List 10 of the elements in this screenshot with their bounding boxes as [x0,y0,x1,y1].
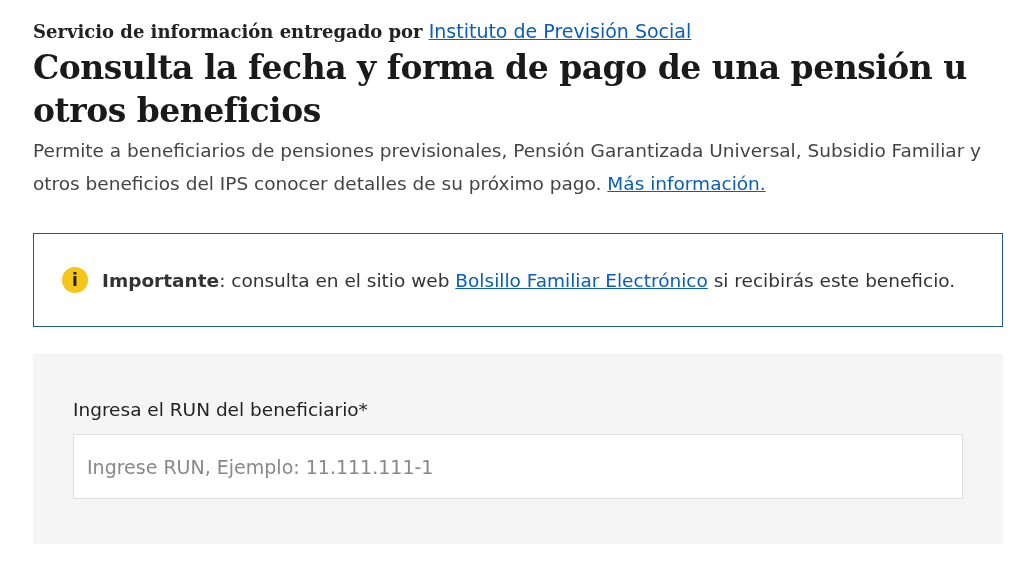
provider-text: Servicio de información entregado por [33,21,423,42]
notice-text: Importante: consulta en el sitio web Bolsillo Familiar Electrónico si recibirás este beneficio. [102,269,956,291]
run-input-field[interactable]: Ingrese RUN, Ejemplo: 11.111.111-1 [73,434,963,499]
page-title: Consulta la fecha y forma de pago de una pensión u otros beneficios [33,47,968,132]
more-info-link[interactable]: Más información. [607,173,766,194]
field-label: Ingresa el RUN del beneficiario* [73,399,369,420]
notice-link[interactable]: Bolsillo Familiar Electrónico [455,269,708,291]
info-icon: i [62,267,88,293]
description-text: Permite a beneficiarios de pensiones previsionales, Pensión Garantizada Universal, Subsidio Familiar y otros beneficios del IPS conocer detalles de su próximo pago. Más información. [33,139,983,196]
provider-link[interactable]: Instituto de Previsión Social [428,20,692,42]
